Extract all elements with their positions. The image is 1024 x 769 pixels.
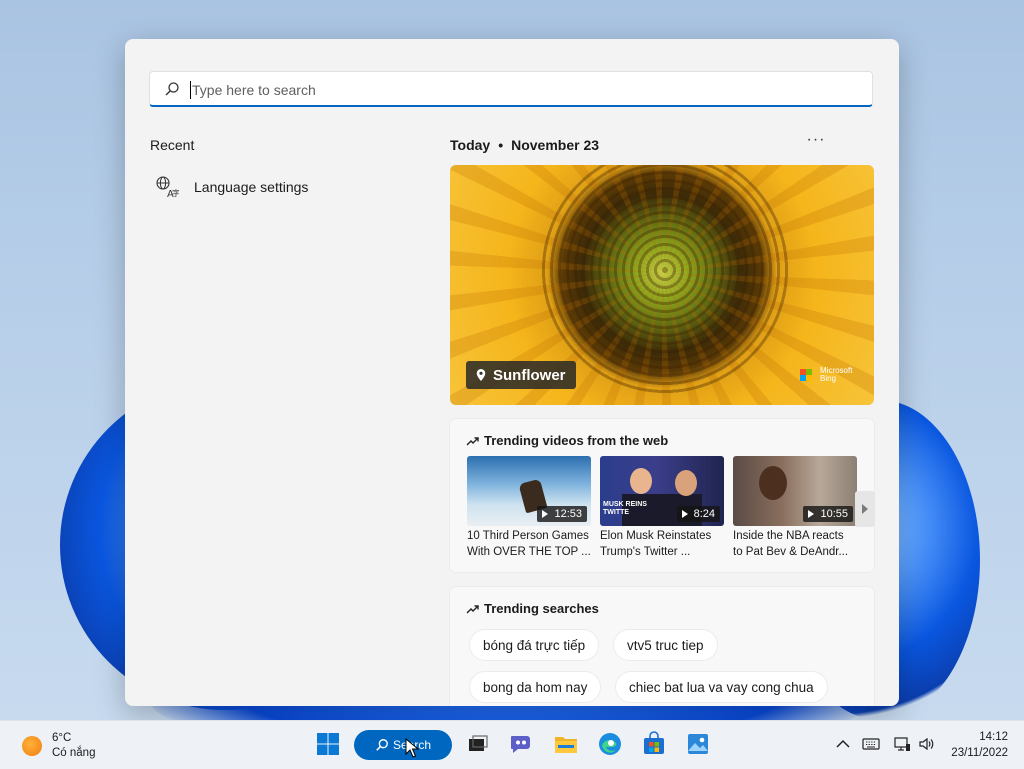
trending-videos-heading: Trending videos from the web bbox=[466, 433, 668, 448]
microsoft-logo-icon bbox=[800, 369, 812, 381]
weather-text: 6°C Có nắng bbox=[52, 731, 95, 761]
video-thumbnail[interactable]: 12:53 bbox=[467, 456, 591, 526]
search-input[interactable] bbox=[190, 78, 854, 102]
video-item[interactable]: 10:55 Inside the NBA reacts to Pat Bev & … bbox=[733, 456, 857, 560]
weather-condition: Có nắng bbox=[52, 747, 96, 759]
text-caret bbox=[190, 81, 191, 99]
weather-widget[interactable]: 6°C Có nắng bbox=[22, 731, 95, 761]
search-icon bbox=[165, 82, 179, 96]
location-pin-icon bbox=[476, 369, 486, 381]
trending-search-chip[interactable]: chiec bat lua va vay cong chua bbox=[616, 672, 827, 702]
taskbar-search-button[interactable]: Search bbox=[354, 730, 452, 760]
today-heading: Today • November 23 bbox=[450, 137, 599, 153]
microsoft-bing-logo: Microsoft Bing bbox=[800, 367, 866, 383]
sunny-weather-icon bbox=[22, 736, 42, 756]
today-label: Today bbox=[450, 137, 491, 153]
play-icon bbox=[808, 510, 815, 518]
video-thumbnail[interactable]: 10:55 bbox=[733, 456, 857, 526]
video-title[interactable]: Inside the NBA reacts to Pat Bev & DeAndr… bbox=[733, 528, 857, 560]
video-title[interactable]: 10 Third Person Games With OVER THE TOP .… bbox=[467, 528, 591, 560]
recent-item-label: Language settings bbox=[194, 179, 309, 195]
video-duration: 12:53 bbox=[537, 506, 587, 522]
recent-heading: Recent bbox=[150, 137, 195, 153]
video-title[interactable]: Elon Musk Reinstates Trump's Twitter ... bbox=[600, 528, 724, 560]
next-videos-arrow-icon[interactable] bbox=[855, 491, 875, 527]
hero-label-text: Sunflower bbox=[493, 366, 566, 384]
video-duration: 10:55 bbox=[803, 506, 853, 522]
network-icon[interactable] bbox=[893, 735, 911, 753]
video-item[interactable]: 12:53 10 Third Person Games With OVER THE… bbox=[467, 456, 591, 560]
trending-search-chip[interactable]: bong da hom nay bbox=[470, 672, 601, 702]
more-options-button[interactable]: ··· bbox=[805, 132, 827, 153]
clock-time: 14:12 bbox=[979, 731, 1008, 743]
volume-icon[interactable] bbox=[918, 735, 936, 753]
play-icon bbox=[542, 510, 549, 518]
video-duration: 8:24 bbox=[676, 506, 720, 522]
mouse-cursor-icon bbox=[405, 738, 419, 758]
file-explorer-icon[interactable] bbox=[553, 731, 579, 757]
windows-start-icon[interactable] bbox=[315, 731, 341, 757]
clock-date: 23/11/2022 bbox=[951, 747, 1008, 759]
keyboard-icon[interactable] bbox=[862, 735, 880, 753]
search-panel: Recent A 字 Language settings Today • Novem… bbox=[125, 39, 899, 706]
trending-search-chip[interactable]: vtv5 truc tiep bbox=[614, 630, 717, 660]
svg-text:字: 字 bbox=[172, 188, 179, 198]
hero-image-sunflower[interactable]: Sunflower Microsoft Bing bbox=[450, 165, 874, 405]
trending-videos-card: Trending videos from the web 12:53 10 Th… bbox=[450, 419, 875, 572]
bing-brand-text: Microsoft Bing bbox=[820, 366, 853, 383]
photos-app-icon[interactable] bbox=[685, 731, 711, 757]
today-date: November 23 bbox=[511, 137, 600, 153]
taskbar: 6°C Có nắng Search bbox=[0, 720, 1024, 769]
trending-searches-card: Trending searches bóng đá trực tiếp vtv5… bbox=[450, 587, 874, 706]
today-separator: • bbox=[498, 137, 504, 153]
language-icon: A 字 bbox=[156, 176, 179, 199]
search-icon bbox=[376, 739, 388, 751]
trending-arrow-icon bbox=[466, 436, 479, 445]
video-item[interactable]: MUSK REINS TWITTE 8:24 Elon Musk Reinstat… bbox=[600, 456, 724, 560]
play-icon bbox=[681, 510, 688, 518]
task-view-icon[interactable] bbox=[465, 731, 491, 757]
trending-search-chip[interactable]: bóng đá trực tiếp bbox=[470, 630, 599, 660]
video-thumbnail[interactable]: MUSK REINS TWITTE 8:24 bbox=[600, 456, 724, 526]
recent-item-language-settings[interactable]: A 字 Language settings bbox=[155, 173, 415, 201]
chevron-up-icon[interactable] bbox=[834, 735, 852, 753]
chat-teams-icon[interactable] bbox=[508, 731, 534, 757]
edge-browser-icon[interactable] bbox=[597, 731, 623, 757]
weather-temperature: 6°C bbox=[52, 732, 72, 744]
hero-location-badge[interactable]: Sunflower bbox=[466, 361, 576, 389]
trending-searches-heading: Trending searches bbox=[466, 601, 599, 616]
search-box[interactable] bbox=[149, 71, 873, 107]
trending-arrow-icon bbox=[466, 604, 479, 613]
microsoft-store-icon[interactable] bbox=[641, 731, 667, 757]
system-clock[interactable]: 14:12 23/11/2022 bbox=[951, 729, 1008, 761]
thumbnail-caption: MUSK REINS TWITTE bbox=[603, 501, 647, 516]
